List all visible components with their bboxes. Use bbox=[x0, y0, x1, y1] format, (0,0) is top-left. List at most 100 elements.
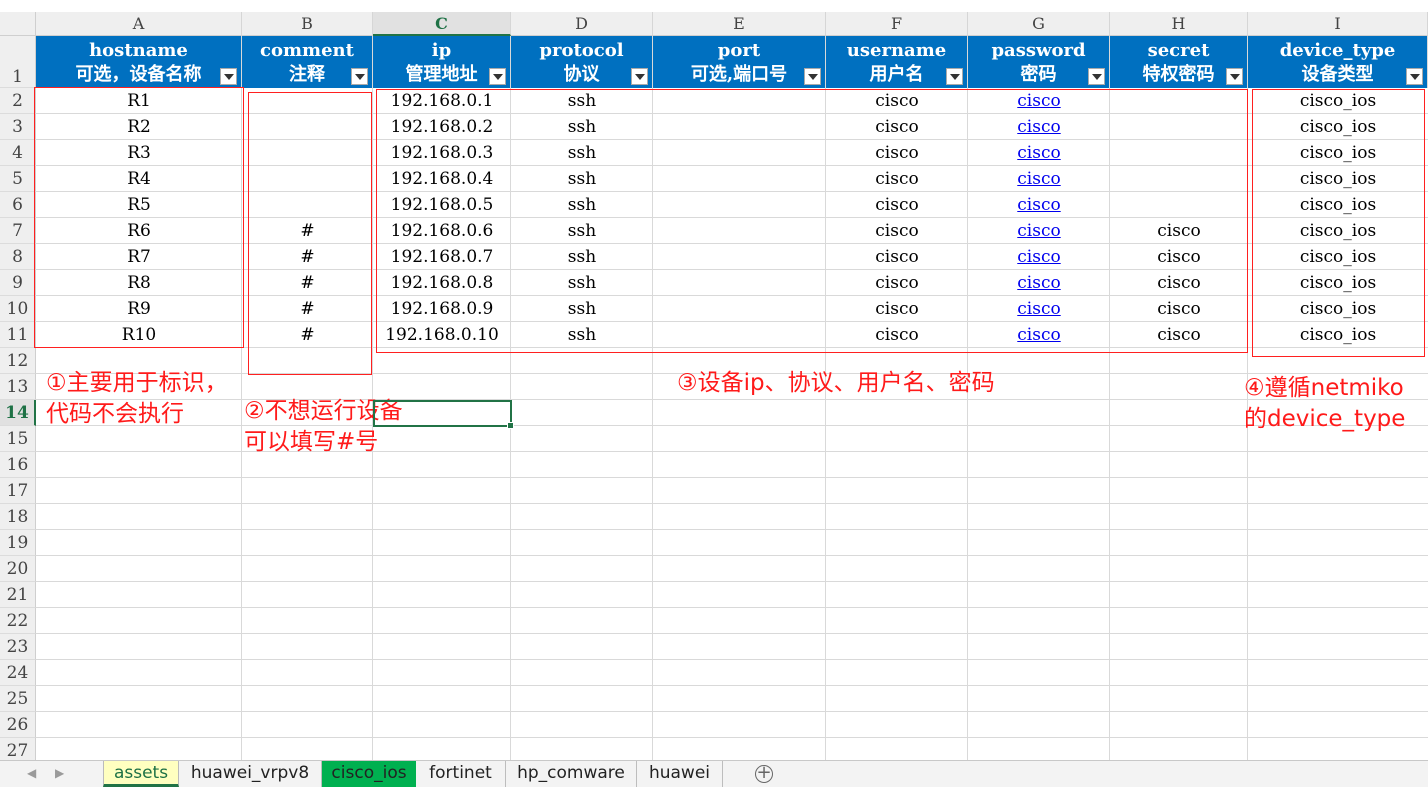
header-cell-port[interactable]: port 可选,端口号 bbox=[653, 36, 826, 88]
dropdown-arrow-icon[interactable] bbox=[1088, 68, 1105, 85]
annotation-box-credentials bbox=[376, 89, 1248, 353]
row-header-9[interactable]: 9 bbox=[0, 270, 36, 296]
row-header-19[interactable]: 19 bbox=[0, 530, 36, 556]
row-header-16[interactable]: 16 bbox=[0, 452, 36, 478]
header-field-label: 可选，设备名称 bbox=[75, 64, 202, 85]
header-field-name: ip bbox=[431, 40, 452, 61]
annotation-text: 可以填写#号 bbox=[244, 429, 379, 455]
grid-hline bbox=[36, 659, 1428, 660]
annotation-box-hostname bbox=[34, 87, 244, 348]
header-cell-ip[interactable]: ip 管理地址 bbox=[373, 36, 511, 88]
annotation-box-comment bbox=[248, 92, 372, 375]
sheet-tab-hp-comware[interactable]: hp_comware bbox=[506, 761, 637, 787]
row-header-5[interactable]: 5 bbox=[0, 166, 36, 192]
grid-hline bbox=[36, 477, 1428, 478]
chevron-right-icon[interactable]: ▶ bbox=[55, 766, 64, 780]
annotation-box-device-type bbox=[1252, 89, 1425, 357]
row-header-4[interactable]: 4 bbox=[0, 140, 36, 166]
column-header-i[interactable]: I bbox=[1248, 12, 1428, 36]
column-header-e[interactable]: E bbox=[653, 12, 826, 36]
header-cell-secret[interactable]: secret 特权密码 bbox=[1110, 36, 1248, 88]
header-field-name: username bbox=[846, 40, 947, 61]
sheet-tab-assets[interactable]: assets bbox=[103, 761, 179, 787]
dropdown-arrow-icon[interactable] bbox=[1226, 68, 1243, 85]
dropdown-arrow-icon[interactable] bbox=[631, 68, 648, 85]
row-header-10[interactable]: 10 bbox=[0, 296, 36, 322]
chevron-left-icon[interactable]: ◀ bbox=[27, 766, 36, 780]
dropdown-arrow-icon[interactable] bbox=[946, 68, 963, 85]
annotation-text: 的device_type bbox=[1244, 406, 1406, 432]
dropdown-arrow-icon[interactable] bbox=[351, 68, 368, 85]
sheet-tab-huawei[interactable]: huawei bbox=[637, 761, 723, 787]
row-header-17[interactable]: 17 bbox=[0, 478, 36, 504]
row-header-15[interactable]: 15 bbox=[0, 426, 36, 452]
dropdown-arrow-icon[interactable] bbox=[489, 68, 506, 85]
header-cell-comment[interactable]: comment 注释 bbox=[242, 36, 373, 88]
spreadsheet-grid[interactable]: ABCDEFGHI 1 2 3 4 5 6 7 8 9 10 11 12 13 14 15 16 17 18 19 2… bbox=[0, 0, 1428, 760]
header-cell-username[interactable]: username 用户名 bbox=[826, 36, 968, 88]
row-header-7[interactable]: 7 bbox=[0, 218, 36, 244]
sheet-tab-fortinet[interactable]: fortinet bbox=[416, 761, 506, 787]
column-header-c[interactable]: C bbox=[373, 12, 511, 36]
row-header-14[interactable]: 14 bbox=[0, 400, 36, 426]
column-header-f[interactable]: F bbox=[826, 12, 968, 36]
select-all-corner[interactable] bbox=[0, 12, 36, 36]
row-header-6[interactable]: 6 bbox=[0, 192, 36, 218]
row-header-22[interactable]: 22 bbox=[0, 608, 36, 634]
column-header-a[interactable]: A bbox=[36, 12, 242, 36]
row-header-25[interactable]: 25 bbox=[0, 686, 36, 712]
grid-hline bbox=[36, 737, 1428, 738]
column-header-g[interactable]: G bbox=[968, 12, 1110, 36]
row-header-18[interactable]: 18 bbox=[0, 504, 36, 530]
header-field-name: password bbox=[991, 40, 1086, 61]
grid-hline bbox=[36, 581, 1428, 582]
dropdown-arrow-icon[interactable] bbox=[220, 68, 237, 85]
annotation-text: ④遵循netmiko bbox=[1244, 375, 1404, 401]
annotation-device-type: ④遵循netmiko 的device_type bbox=[1244, 373, 1405, 435]
grid-hline bbox=[36, 607, 1428, 608]
grid-hline bbox=[36, 555, 1428, 556]
header-field-label: 可选,端口号 bbox=[690, 64, 788, 85]
sheet-tab-cisco-ios[interactable]: cisco_ios bbox=[322, 761, 416, 787]
row-header-24[interactable]: 24 bbox=[0, 660, 36, 686]
annotation-credentials: ③设备ip、协议、用户名、密码 bbox=[677, 368, 995, 399]
header-field-name: comment bbox=[260, 40, 354, 61]
row-header-1[interactable]: 1 bbox=[0, 36, 36, 88]
grid-hline bbox=[36, 633, 1428, 634]
sheet-tab-huawei-vrpv8[interactable]: huawei_vrpv8 bbox=[179, 761, 322, 787]
active-cell-c14[interactable] bbox=[373, 400, 514, 429]
annotation-text: ①主要用于标识， bbox=[46, 370, 228, 396]
grid-hline bbox=[36, 685, 1428, 686]
header-field-name: hostname bbox=[89, 40, 188, 61]
row-header-21[interactable]: 21 bbox=[0, 582, 36, 608]
row-header-27[interactable]: 27 bbox=[0, 738, 36, 760]
header-field-name: secret bbox=[1147, 40, 1210, 61]
annotation-text: ③设备ip、协议、用户名、密码 bbox=[677, 370, 995, 396]
plus-circle-icon[interactable]: + bbox=[755, 764, 773, 783]
row-header-8[interactable]: 8 bbox=[0, 244, 36, 270]
row-header-11[interactable]: 11 bbox=[0, 322, 36, 348]
row-header-26[interactable]: 26 bbox=[0, 712, 36, 738]
header-field-name: device_type bbox=[1279, 40, 1396, 61]
grid-hline bbox=[36, 529, 1428, 530]
grid-hline bbox=[36, 503, 1428, 504]
row-header-12[interactable]: 12 bbox=[0, 348, 36, 374]
header-field-label: 设备类型 bbox=[1301, 64, 1374, 85]
header-cell-protocol[interactable]: protocol 协议 bbox=[511, 36, 653, 88]
header-cell-device-type[interactable]: device_type 设备类型 bbox=[1248, 36, 1428, 88]
header-field-name: port bbox=[717, 40, 761, 61]
column-header-h[interactable]: H bbox=[1110, 12, 1248, 36]
header-cell-hostname[interactable]: hostname 可选，设备名称 bbox=[36, 36, 242, 88]
row-header-13[interactable]: 13 bbox=[0, 374, 36, 400]
dropdown-arrow-icon[interactable] bbox=[804, 68, 821, 85]
row-header-23[interactable]: 23 bbox=[0, 634, 36, 660]
grid-hline bbox=[36, 711, 1428, 712]
row-header-20[interactable]: 20 bbox=[0, 556, 36, 582]
header-cell-password[interactable]: password 密码 bbox=[968, 36, 1110, 88]
column-header-b[interactable]: B bbox=[242, 12, 373, 36]
row-header-3[interactable]: 3 bbox=[0, 114, 36, 140]
column-header-d[interactable]: D bbox=[511, 12, 653, 36]
sheet-tab-bar: ◀ ▶ assets huawei_vrpv8 cisco_ios fortinet h… bbox=[0, 760, 1428, 787]
dropdown-arrow-icon[interactable] bbox=[1406, 68, 1423, 85]
row-header-2[interactable]: 2 bbox=[0, 88, 36, 114]
